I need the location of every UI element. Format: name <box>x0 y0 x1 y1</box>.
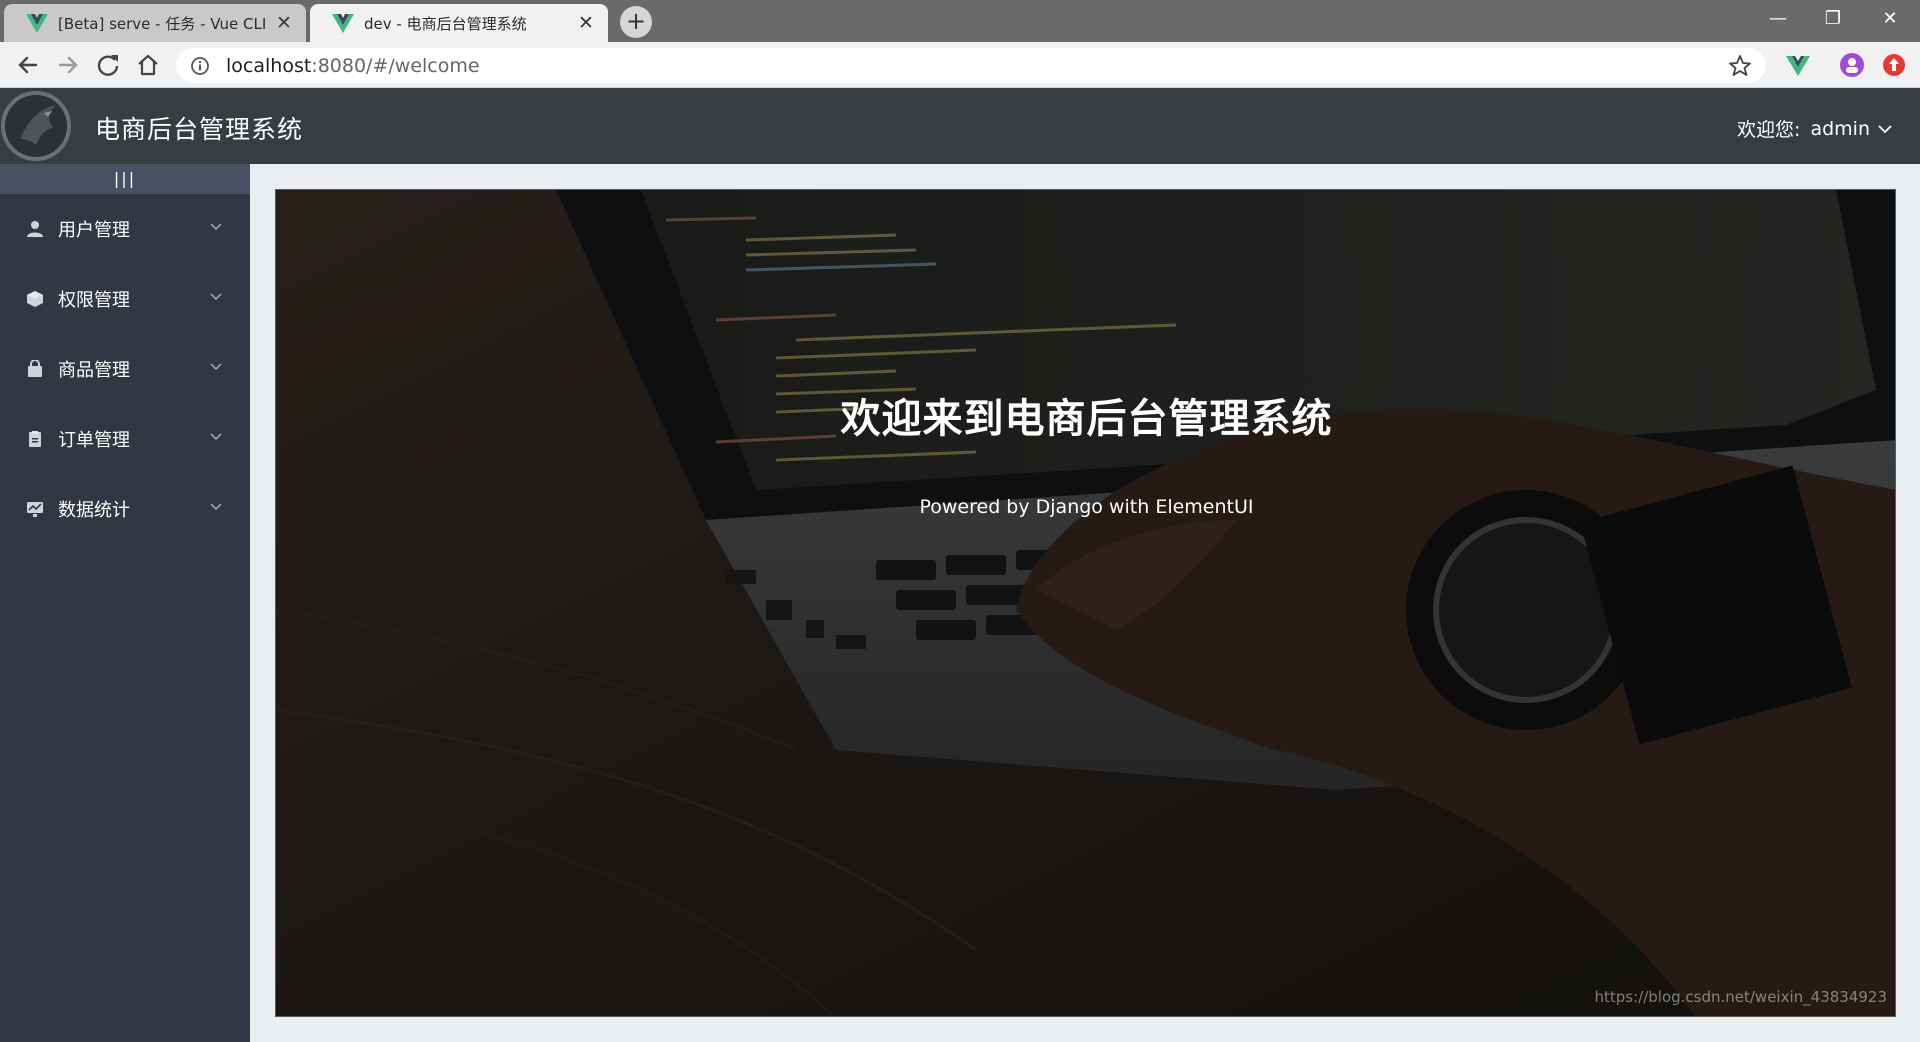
vue-logo-icon <box>332 14 354 33</box>
forward-arrow-icon[interactable] <box>52 49 84 81</box>
sidebar-item-label: 用户管理 <box>58 220 130 241</box>
chevron-down-icon <box>210 503 222 511</box>
vue-logo-icon <box>26 14 48 33</box>
chart-icon <box>27 502 43 517</box>
chevron-down-icon <box>210 363 222 371</box>
username: admin <box>1810 117 1870 140</box>
sidebar-item-permissions[interactable]: 权限管理 <box>0 264 250 334</box>
user-icon <box>27 221 43 237</box>
sidebar-item-statistics[interactable]: 数据统计 <box>0 474 250 544</box>
browser-toolbar: localhost:8080/#/welcome <box>0 42 1920 88</box>
browser-tab-dev[interactable]: dev - 电商后台管理系统 ✕ <box>310 4 608 42</box>
new-tab-button[interactable]: + <box>620 6 652 38</box>
watermark-text: https://blog.csdn.net/weixin_43834923 <box>1594 988 1887 1006</box>
close-window-icon[interactable]: ✕ <box>1870 4 1910 34</box>
chevron-down-icon <box>210 293 222 301</box>
update-alert-icon[interactable] <box>1880 51 1908 79</box>
welcome-heading: 欢迎来到电商后台管理系统 <box>840 396 1333 442</box>
home-icon[interactable] <box>132 49 164 81</box>
close-tab-icon[interactable]: ✕ <box>274 13 294 33</box>
chevron-down-icon <box>210 223 222 231</box>
tab-title: dev - 电商后台管理系统 <box>364 14 527 33</box>
sidebar-item-goods[interactable]: 商品管理 <box>0 334 250 404</box>
vue-devtools-extension-icon[interactable] <box>1784 51 1812 79</box>
sidebar-item-label: 权限管理 <box>58 290 130 311</box>
browser-tab-bar: [Beta] serve - 任务 - Vue CLI ✕ dev - 电商后台… <box>0 0 1920 42</box>
sidebar-item-label: 商品管理 <box>58 360 130 381</box>
sidebar-item-orders[interactable]: 订单管理 <box>0 404 250 474</box>
chevron-down-icon <box>210 433 222 441</box>
document-icon <box>29 431 41 447</box>
address-bar[interactable]: localhost:8080/#/welcome <box>176 48 1766 83</box>
welcome-prefix: 欢迎您: <box>1737 119 1801 141</box>
box-icon <box>27 291 43 307</box>
tab-title: [Beta] serve - 任务 - Vue CLI <box>58 14 267 33</box>
url-path: :8080/#/welcome <box>311 54 480 77</box>
url-host: localhost <box>226 54 312 77</box>
minimize-window-icon[interactable]: — <box>1758 4 1798 34</box>
sidebar: ||| 用户管理 权限管理 商品管理 订单管理 数据统计 <box>0 164 250 1042</box>
site-info-icon[interactable] <box>190 56 210 76</box>
welcome-banner: 欢迎来到电商后台管理系统 Powered by Django with Elem… <box>275 189 1896 1017</box>
welcome-subtitle: Powered by Django with ElementUI <box>919 496 1254 518</box>
close-tab-icon[interactable]: ✕ <box>576 13 596 33</box>
logo-icon <box>1 91 71 161</box>
sidebar-item-label: 订单管理 <box>58 430 130 451</box>
sidebar-toggle-button[interactable]: ||| <box>0 164 250 194</box>
chevron-down-icon <box>1878 124 1892 133</box>
sidebar-item-users[interactable]: 用户管理 <box>0 194 250 264</box>
restore-window-icon[interactable]: ❐ <box>1813 4 1853 34</box>
main-content: 欢迎来到电商后台管理系统 Powered by Django with Elem… <box>250 164 1920 1042</box>
user-dropdown[interactable]: 欢迎您: admin <box>1737 115 1892 142</box>
profile-avatar-icon[interactable] <box>1838 51 1866 79</box>
browser-tab-vue-cli[interactable]: [Beta] serve - 任务 - Vue CLI ✕ <box>4 4 306 42</box>
reload-icon[interactable] <box>92 49 124 81</box>
sidebar-item-label: 数据统计 <box>58 500 130 521</box>
back-arrow-icon[interactable] <box>12 49 44 81</box>
bookmark-star-icon[interactable] <box>1728 54 1752 78</box>
shopping-bag-icon <box>28 360 42 377</box>
laptop-background-image <box>276 190 1895 1016</box>
app-header: 电商后台管理系统 欢迎您: admin <box>0 88 1920 164</box>
app-title: 电商后台管理系统 <box>95 115 304 144</box>
